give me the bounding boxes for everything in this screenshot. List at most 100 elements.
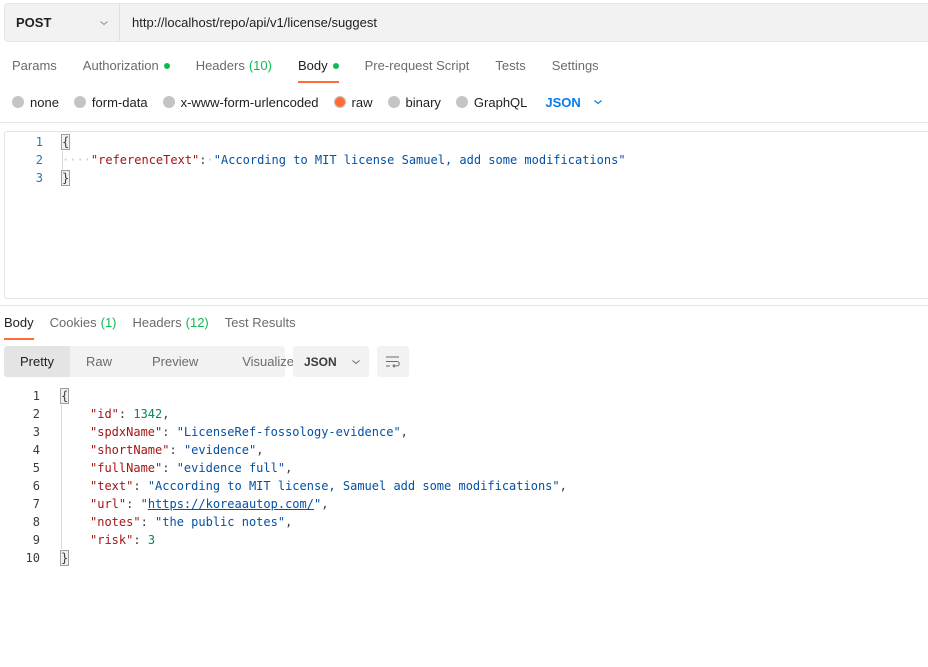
json-key: "fullName" xyxy=(90,461,163,475)
tab-tests[interactable]: Tests xyxy=(495,57,525,83)
json-line: { xyxy=(60,387,70,405)
radio-form-data[interactable]: form-data xyxy=(73,94,148,110)
radio-raw[interactable]: raw xyxy=(333,95,373,110)
tab-authorization[interactable]: Authorization xyxy=(83,57,170,83)
view-preview[interactable]: Preview xyxy=(128,346,214,377)
tab-cookies[interactable]: Cookies (1) xyxy=(50,314,117,340)
tab-settings[interactable]: Settings xyxy=(552,57,599,83)
method-select[interactable]: POST xyxy=(5,4,120,41)
radio-none[interactable]: none xyxy=(12,95,59,110)
tab-pre-request-script[interactable]: Pre-request Script xyxy=(365,57,470,83)
chevron-down-icon xyxy=(351,359,360,364)
tab-label: Headers xyxy=(195,58,245,73)
json-link-value[interactable]: https://koreaautop.com/ xyxy=(148,497,314,511)
close-brace: } xyxy=(61,170,71,186)
comma: , xyxy=(559,479,567,493)
whitespace-marker: ···· xyxy=(62,153,91,167)
response-format-select[interactable]: JSON xyxy=(293,346,369,377)
tab-label: Pre-request Script xyxy=(364,58,470,73)
divider xyxy=(0,122,928,123)
radio-binary[interactable]: binary xyxy=(387,94,441,110)
colon: : xyxy=(162,461,177,475)
radio-graphql[interactable]: GraphQL xyxy=(455,95,527,110)
tab-label: Cookies xyxy=(49,315,97,330)
json-value: "LicenseRef-fossology-evidence" xyxy=(176,425,401,439)
colon: : xyxy=(133,533,148,547)
json-line: "spdxName": "LicenseRef-fossology-eviden… xyxy=(90,423,408,441)
radio-label: x-www-form-urlencoded xyxy=(180,94,319,110)
tab-headers[interactable]: Headers (10) xyxy=(196,57,272,83)
json-line: "risk": 3 xyxy=(90,531,155,549)
line-number: 8 xyxy=(32,515,40,529)
tab-test-results[interactable]: Test Results xyxy=(225,314,296,340)
comma: , xyxy=(162,407,170,421)
response-view-switcher: Pretty Raw Preview Visualize xyxy=(4,346,294,377)
colon: : xyxy=(169,443,184,457)
colon: : xyxy=(162,425,177,439)
line-number: 1 xyxy=(32,389,40,403)
radio-selected-icon xyxy=(333,96,346,108)
tab-label: Body xyxy=(4,315,34,330)
radio-icon xyxy=(12,96,24,108)
line-number: 6 xyxy=(32,479,40,493)
method-label: POST xyxy=(16,15,52,30)
comma: , xyxy=(400,425,408,439)
tab-body[interactable]: Body xyxy=(297,57,339,83)
json-key: "referenceText" xyxy=(90,153,200,167)
radio-label: form-data xyxy=(91,94,148,110)
status-dot-icon xyxy=(332,63,339,69)
json-key: "notes" xyxy=(90,515,141,529)
open-brace: { xyxy=(60,388,70,404)
colon: : xyxy=(199,153,207,167)
tab-response-body[interactable]: Body xyxy=(4,314,34,340)
radio-icon xyxy=(73,96,86,108)
json-value: "According to MIT license Samuel, add so… xyxy=(213,153,626,167)
json-line: } xyxy=(60,549,70,567)
view-pretty[interactable]: Pretty xyxy=(4,346,70,377)
tab-count: (1) xyxy=(100,315,117,330)
request-body-editor[interactable]: 1 2 3 { ····"referenceText":·"According … xyxy=(4,131,928,299)
comma: , xyxy=(321,497,329,511)
line-number: 2 xyxy=(32,407,40,421)
line-number: 2 xyxy=(35,153,43,167)
raw-language-label: JSON xyxy=(545,94,581,110)
json-value: "the public notes" xyxy=(155,515,286,529)
colon: : xyxy=(133,479,148,493)
chevron-down-icon xyxy=(593,100,602,105)
wrap-lines-button[interactable] xyxy=(377,346,409,377)
tab-label: Headers xyxy=(132,315,182,330)
comma: , xyxy=(256,443,264,457)
tab-count: (12) xyxy=(185,315,209,330)
line-number: 9 xyxy=(32,533,40,547)
json-line: "url": "https://koreaautop.com/", xyxy=(90,495,328,513)
url-input[interactable]: http://localhost/repo/api/v1/license/sug… xyxy=(120,15,377,30)
tab-label: Test Results xyxy=(224,315,296,330)
comma: , xyxy=(285,461,293,475)
line-number: 10 xyxy=(25,551,40,565)
json-key: "id" xyxy=(90,407,119,421)
json-line: "id": 1342, xyxy=(90,405,170,423)
line-number: 7 xyxy=(32,497,40,511)
line-number: 3 xyxy=(32,425,40,439)
line-number: 1 xyxy=(35,135,43,149)
colon: : xyxy=(118,407,134,421)
line-number: 3 xyxy=(35,171,43,185)
request-url-bar: POST http://localhost/repo/api/v1/licens… xyxy=(4,3,928,42)
view-raw[interactable]: Raw xyxy=(70,346,128,377)
open-brace: { xyxy=(61,134,71,150)
tab-label: Params xyxy=(12,58,57,73)
json-line: "notes": "the public notes", xyxy=(90,513,292,531)
raw-language-select[interactable]: JSON xyxy=(545,95,602,110)
radio-label: binary xyxy=(405,94,441,110)
line-number: 4 xyxy=(32,443,40,457)
whitespace-marker: · xyxy=(206,153,214,167)
tab-params[interactable]: Params xyxy=(12,57,57,83)
json-key: "shortName" xyxy=(90,443,170,457)
json-key: "risk" xyxy=(90,533,134,547)
tab-response-headers[interactable]: Headers (12) xyxy=(133,314,209,340)
radio-x-www-form-urlencoded[interactable]: x-www-form-urlencoded xyxy=(162,94,319,110)
tab-label: Authorization xyxy=(82,58,159,73)
line-number: 5 xyxy=(32,461,40,475)
tab-label: Settings xyxy=(551,58,599,73)
json-line: "text": "According to MIT license, Samue… xyxy=(90,477,567,495)
